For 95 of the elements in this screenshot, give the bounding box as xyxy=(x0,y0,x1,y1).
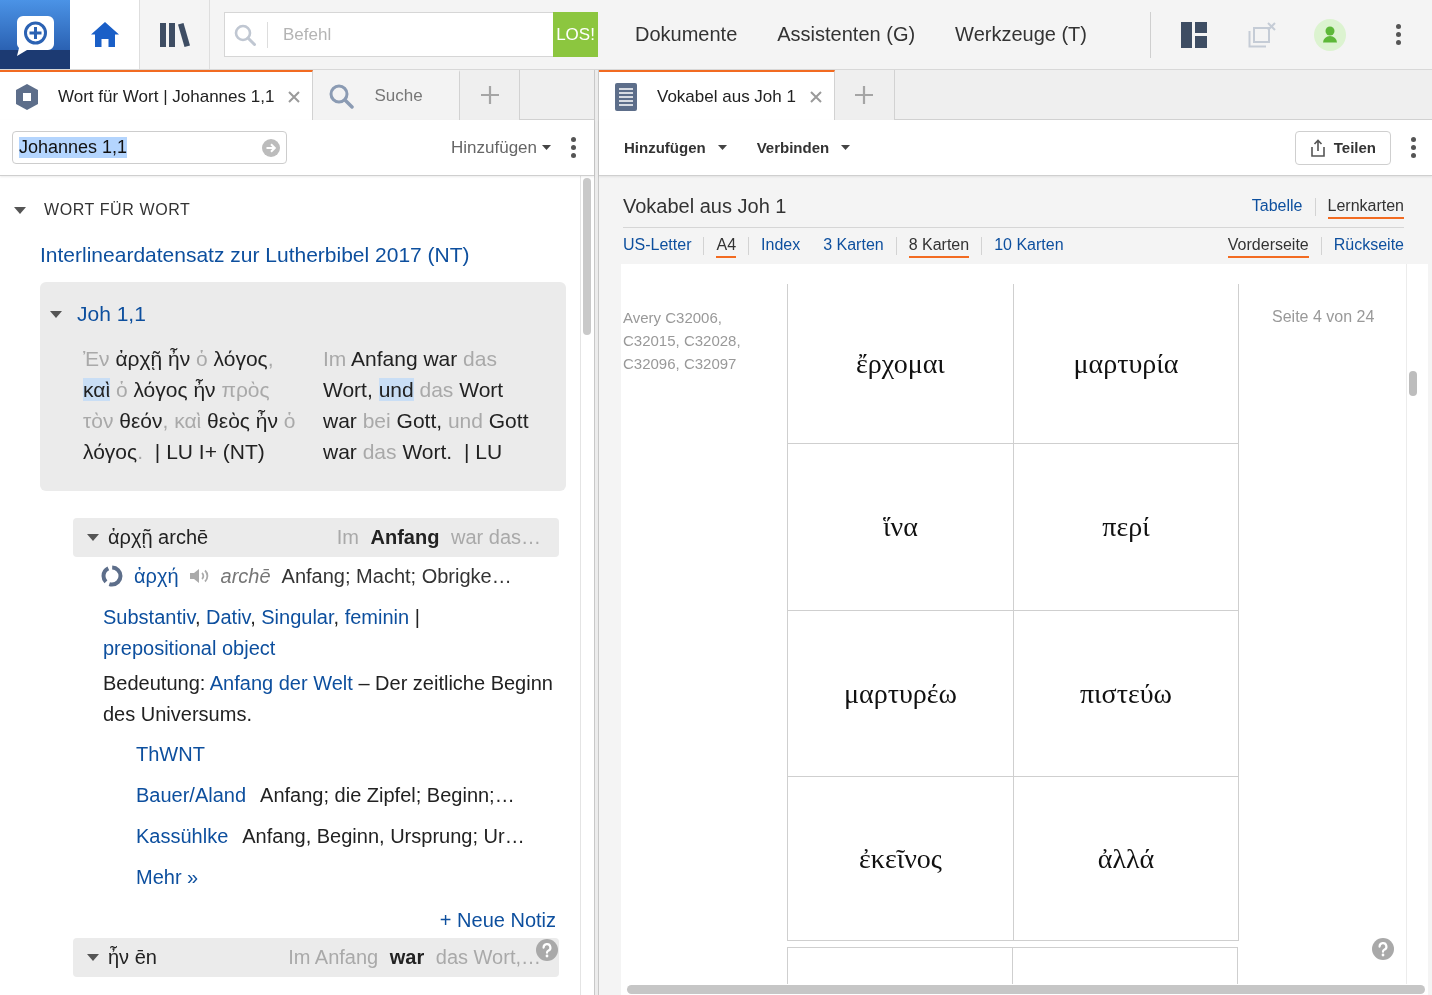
lexicon-link[interactable]: Kassühlke xyxy=(136,825,229,848)
more-icon[interactable] xyxy=(1395,24,1401,45)
search-icon xyxy=(329,83,355,109)
flashcard: ἐκεῖνος xyxy=(788,777,1014,941)
view-tab[interactable]: Tabelle xyxy=(1251,194,1303,219)
option-link[interactable]: A4 xyxy=(716,234,737,258)
flashcard: μαρτυρέω xyxy=(788,611,1014,777)
transliteration: archē xyxy=(220,564,271,588)
menu-item[interactable]: Assistenten (G) xyxy=(757,14,936,55)
ring-icon[interactable] xyxy=(101,565,123,587)
meaning-link[interactable]: Anfang der Welt xyxy=(209,672,353,694)
verse-reference-link[interactable]: Joh 1,1 xyxy=(77,302,146,326)
page-label: Seite 4 von 24 xyxy=(1272,308,1375,325)
option-link[interactable]: 8 Karten xyxy=(908,234,970,258)
option-link[interactable]: US-Letter xyxy=(623,234,692,258)
close-icon[interactable] xyxy=(288,90,301,103)
add-dropdown[interactable]: Hinzufügen xyxy=(451,137,551,158)
caret-icon[interactable] xyxy=(14,206,26,214)
morphology-link[interactable]: Singular xyxy=(261,606,334,628)
share-icon xyxy=(1309,138,1326,157)
new-note-link[interactable]: + Neue Notiz xyxy=(439,908,556,932)
books-icon xyxy=(159,22,190,47)
menu-item[interactable]: Dokumente xyxy=(615,14,758,55)
view-tab[interactable]: Lernkarten xyxy=(1327,194,1404,219)
option-link[interactable]: 10 Karten xyxy=(994,234,1064,258)
option-link[interactable]: Vorderseite xyxy=(1227,234,1309,258)
plus-icon xyxy=(855,86,874,104)
more-icon[interactable] xyxy=(571,137,576,158)
hexagon-icon xyxy=(16,83,38,110)
resource-link[interactable]: Interlineardatensatz zur Lutherbibel 2017 (NT) xyxy=(40,242,470,268)
lexicon-link[interactable]: ThWNT xyxy=(136,743,205,766)
morphology-text: Substantiv, Dativ, Singular, feminin | prepositional object xyxy=(103,605,421,661)
plus-icon xyxy=(480,86,499,104)
tab[interactable]: Suche xyxy=(313,70,461,120)
section-title: WORT FÜR WORT xyxy=(44,201,191,219)
add-tab-button[interactable] xyxy=(460,70,521,120)
german-verse-text: Im Anfang war das Wort, und das Wort war bei Gott, und Gott war das Wort. | LU xyxy=(323,346,530,465)
caret-icon[interactable] xyxy=(87,534,99,541)
tab[interactable]: Wort für Wort | Johannes 1,1 xyxy=(0,70,314,121)
share-button[interactable]: Teilen xyxy=(1294,130,1391,165)
caret-icon xyxy=(542,145,551,150)
menu-dropdown[interactable]: Verbinden xyxy=(756,139,851,156)
tab[interactable]: Vokabel aus Joh 1 xyxy=(599,70,835,121)
search-icon xyxy=(234,24,256,46)
flashcard: ἵνα xyxy=(788,444,1014,611)
reference-field[interactable]: Johannes 1,1 xyxy=(12,131,287,164)
document-title: Vokabel aus Joh 1 xyxy=(623,195,787,218)
caret-icon[interactable] xyxy=(50,310,62,318)
logo-icon[interactable] xyxy=(0,0,70,69)
scrollbar-thumb[interactable] xyxy=(627,985,1425,994)
menu-item[interactable]: Werkzeuge (T) xyxy=(935,14,1107,55)
close-icon[interactable] xyxy=(809,90,822,103)
meaning-text: Bedeutung: Anfang der Welt – Der zeitliche Beginn des Universums. xyxy=(103,671,554,727)
more-icon[interactable] xyxy=(1411,137,1416,158)
lemma-link[interactable]: ἀρχή xyxy=(134,564,179,588)
flashcard: πιστεύω xyxy=(1014,611,1239,777)
option-link[interactable]: Index xyxy=(761,234,801,258)
option-link[interactable]: Rückseite xyxy=(1333,234,1404,258)
context-phrase: Im Anfang war das Wort,… xyxy=(288,946,541,969)
flashcard: ἔρχομαι xyxy=(788,284,1014,444)
speaker-icon[interactable] xyxy=(189,567,210,585)
lexicon-gloss: Anfang, Beginn, Ursprung; Ur… xyxy=(242,825,525,848)
lexicon-link[interactable]: Bauer/Aland xyxy=(136,784,247,807)
menu-dropdown[interactable]: Hinzufügen xyxy=(624,139,727,156)
flashcard: ἀλλά xyxy=(1014,777,1239,941)
morphology-link[interactable]: prepositional object xyxy=(103,637,276,659)
morphology-link[interactable]: Dativ xyxy=(206,606,251,628)
context-phrase: Im Anfang war das… xyxy=(336,526,541,549)
flashcard: περί xyxy=(1014,444,1239,611)
home-icon xyxy=(90,22,119,47)
caret-icon[interactable] xyxy=(87,954,99,961)
document-icon xyxy=(615,82,637,111)
word-header[interactable]: ἀρχῇ archē Im Anfang war das… xyxy=(73,518,559,557)
caret-icon xyxy=(841,145,851,150)
help-icon[interactable] xyxy=(1372,938,1394,960)
morphology-link[interactable]: feminin xyxy=(344,606,410,628)
flashcard: μαρτυρία xyxy=(1014,284,1239,444)
lexicon-gloss: Anfang; die Zipfel; Beginn;… xyxy=(260,784,515,807)
scrollbar-thumb[interactable] xyxy=(1409,371,1417,396)
word-header[interactable]: ἦν ēn Im Anfang war das Wort,… xyxy=(73,938,559,977)
label-note: Avery C32006, C32015, C32028, C32096, C32097 xyxy=(623,308,742,374)
more-link[interactable]: Mehr » xyxy=(136,866,199,889)
home-button[interactable] xyxy=(70,0,140,69)
greek-verse-text: Ἐν ἀρχῇ ἦν ὁ λόγος, καὶ ὁ λόγος ἦν πρὸς τὸν θεόν, καὶ θεὸς ἦν ὁ λόγος. | LU I+ (NT) xyxy=(83,346,297,465)
caret-icon xyxy=(717,145,727,150)
layout-icon[interactable] xyxy=(1181,21,1207,48)
morphology-link[interactable]: Substantiv xyxy=(103,606,195,628)
gloss-text: Anfang; Macht; Obrigke… xyxy=(281,564,512,588)
greek-word: ἀρχῇ archē xyxy=(108,526,209,549)
add-tab-button[interactable] xyxy=(834,70,895,120)
scrollbar-thumb[interactable] xyxy=(583,178,591,335)
command-field[interactable]: Befehl xyxy=(224,12,553,57)
option-link[interactable]: 3 Karten xyxy=(823,234,884,258)
greek-word: ἦν ēn xyxy=(108,946,157,969)
user-avatar-icon[interactable] xyxy=(1314,18,1346,51)
